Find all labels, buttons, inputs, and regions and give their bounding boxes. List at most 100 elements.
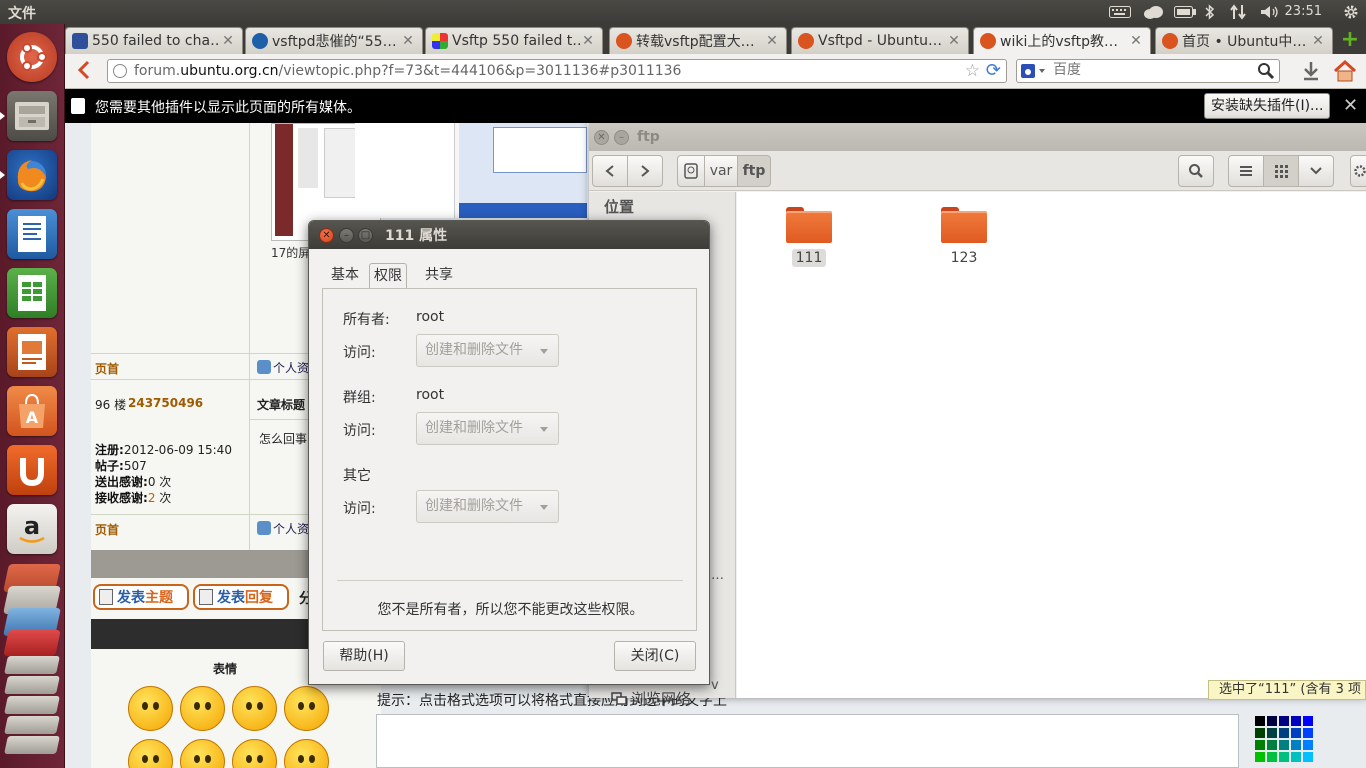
- close-icon[interactable]: ✕: [580, 33, 596, 49]
- close-icon[interactable]: ✕: [400, 33, 416, 49]
- smiley-emoticon[interactable]: [232, 739, 277, 768]
- maximize-dialog-icon[interactable]: □: [358, 228, 373, 243]
- view-options-button[interactable]: [1298, 155, 1334, 187]
- browser-tab[interactable]: Vsftp 550 failed t… ✕: [425, 27, 603, 54]
- settings-button[interactable]: [1350, 155, 1366, 187]
- back-button[interactable]: [73, 59, 97, 83]
- minimize-dialog-icon[interactable]: –: [339, 228, 354, 243]
- bookmark-star-icon[interactable]: ☆: [965, 61, 980, 81]
- back-to-top-link[interactable]: 页首: [95, 521, 119, 538]
- reload-icon[interactable]: ⟳: [986, 60, 1001, 81]
- browser-tab[interactable]: vsftpd悲催的“55… ✕: [245, 27, 423, 54]
- gear-icon[interactable]: [1340, 0, 1362, 24]
- close-icon[interactable]: ✕: [1128, 33, 1144, 49]
- browser-tab-active[interactable]: wiki上的vsftp教… ✕: [973, 27, 1151, 54]
- close-icon[interactable]: ✕: [1310, 33, 1326, 49]
- register-date: 注册:2012-06-09 15:40: [95, 443, 232, 457]
- forward-button[interactable]: [627, 155, 663, 187]
- reply-button[interactable]: 发表 回复: [193, 584, 289, 610]
- grid-view-button[interactable]: [1263, 155, 1299, 187]
- tab-permissions[interactable]: 权限: [369, 263, 407, 289]
- search-icon[interactable]: [1257, 62, 1275, 84]
- tab-share[interactable]: 共享: [421, 263, 457, 289]
- back-button[interactable]: [592, 155, 628, 187]
- folder-item-111[interactable]: 111: [769, 207, 849, 267]
- back-to-top-link[interactable]: 页首: [95, 360, 119, 377]
- volume-icon[interactable]: [1258, 0, 1282, 24]
- keyboard-icon[interactable]: [1107, 0, 1133, 24]
- browser-tab[interactable]: Vsftpd - Ubuntu… ✕: [791, 27, 969, 54]
- help-button[interactable]: 帮助(H): [323, 641, 405, 671]
- search-input[interactable]: [1053, 62, 1233, 78]
- thanks-sent: 送出感谢:0 次: [95, 475, 172, 489]
- smiley-emoticon[interactable]: [128, 739, 173, 768]
- minimize-window-icon[interactable]: –: [614, 130, 629, 145]
- battery-icon[interactable]: [1172, 0, 1198, 24]
- app-menu-file[interactable]: 文件: [8, 3, 36, 23]
- embedded-screenshot-image[interactable]: [355, 123, 589, 218]
- folder-item-123[interactable]: 123: [924, 207, 1004, 267]
- install-missing-plugins-button[interactable]: 安装缺失插件(I)...: [1204, 93, 1331, 119]
- tab-basic[interactable]: 基本: [327, 263, 363, 289]
- profile-button[interactable]: 个人资: [257, 520, 309, 536]
- libreoffice-impress-icon[interactable]: [7, 327, 57, 377]
- site-identity-icon[interactable]: [113, 64, 127, 78]
- download-icon[interactable]: [1301, 60, 1321, 87]
- firefox-icon[interactable]: [7, 150, 57, 200]
- file-manager-icon[interactable]: [7, 91, 57, 141]
- smiley-emoticon[interactable]: [180, 686, 225, 731]
- libreoffice-calc-icon[interactable]: [7, 268, 57, 318]
- colorful-icon: [432, 33, 448, 49]
- sidebar-truncated-item[interactable]: v: [711, 678, 719, 693]
- search-bar[interactable]: [1016, 59, 1280, 83]
- color-palette[interactable]: [1255, 716, 1315, 768]
- profile-button[interactable]: 个人资: [257, 359, 309, 375]
- window-titlebar[interactable]: ✕ – ftp: [589, 123, 1366, 151]
- url-bar[interactable]: forum.ubuntu.org.cn/viewtopic.php?f=73&t…: [107, 59, 1007, 83]
- smiley-emoticon[interactable]: [232, 686, 277, 731]
- reply-editor-textarea[interactable]: [376, 714, 1239, 768]
- path-root-button[interactable]: [677, 155, 705, 187]
- path-segment-var[interactable]: var: [704, 155, 738, 187]
- post-author-link[interactable]: 243750496: [128, 396, 203, 410]
- url-text[interactable]: forum.ubuntu.org.cn/viewtopic.php?f=73&t…: [134, 63, 681, 79]
- new-topic-button[interactable]: 发表 主题: [93, 584, 189, 610]
- others-access-combo[interactable]: 创建和删除文件: [416, 490, 559, 523]
- launcher-stacked-items[interactable]: [3, 564, 61, 768]
- browser-tab-bar: 550 failed to cha… ✕ vsftpd悲催的“55… ✕ Vsf…: [65, 24, 1366, 54]
- group-access-combo[interactable]: 创建和删除文件: [416, 412, 559, 445]
- close-button[interactable]: 关闭(C): [614, 641, 696, 671]
- fcitx-icon: [72, 33, 88, 49]
- close-icon[interactable]: ✕: [946, 33, 962, 49]
- smiley-emoticon[interactable]: [180, 739, 225, 768]
- browser-tab[interactable]: 首页 • Ubuntu中… ✕: [1155, 27, 1333, 54]
- new-tab-icon[interactable]: +: [1339, 29, 1361, 51]
- close-window-icon[interactable]: ✕: [594, 130, 609, 145]
- path-segment-ftp[interactable]: ftp: [737, 155, 771, 187]
- close-icon[interactable]: ✕: [764, 33, 780, 49]
- owner-access-combo[interactable]: 创建和删除文件: [416, 334, 559, 367]
- clock[interactable]: 23:51: [1285, 4, 1322, 19]
- ubuntu-dash-icon[interactable]: [7, 32, 57, 82]
- close-icon[interactable]: ✕: [1343, 95, 1358, 116]
- list-view-button[interactable]: [1228, 155, 1264, 187]
- sidebar-item-browse-network[interactable]: 浏览网络: [611, 688, 691, 709]
- cloud-sync-icon[interactable]: [1140, 0, 1166, 24]
- ubuntu-one-icon[interactable]: [7, 445, 57, 495]
- close-dialog-icon[interactable]: ✕: [319, 228, 334, 243]
- baidu-engine-icon[interactable]: [1021, 63, 1049, 79]
- search-button[interactable]: [1178, 155, 1214, 187]
- smiley-emoticon[interactable]: [284, 686, 329, 731]
- dialog-titlebar[interactable]: ✕ – □ 111 属性: [309, 221, 709, 249]
- libreoffice-writer-icon[interactable]: [7, 209, 57, 259]
- close-icon[interactable]: ✕: [220, 33, 236, 49]
- browser-tab[interactable]: 转载vsftp配置大… ✕: [609, 27, 787, 54]
- software-center-icon[interactable]: A: [7, 386, 57, 436]
- smiley-emoticon[interactable]: [284, 739, 329, 768]
- bluetooth-icon[interactable]: [1202, 0, 1218, 24]
- amazon-icon[interactable]: a: [7, 504, 57, 554]
- network-icon[interactable]: [1226, 0, 1250, 24]
- browser-tab[interactable]: 550 failed to cha… ✕: [65, 27, 243, 54]
- smiley-emoticon[interactable]: [128, 686, 173, 731]
- home-icon[interactable]: [1333, 59, 1357, 87]
